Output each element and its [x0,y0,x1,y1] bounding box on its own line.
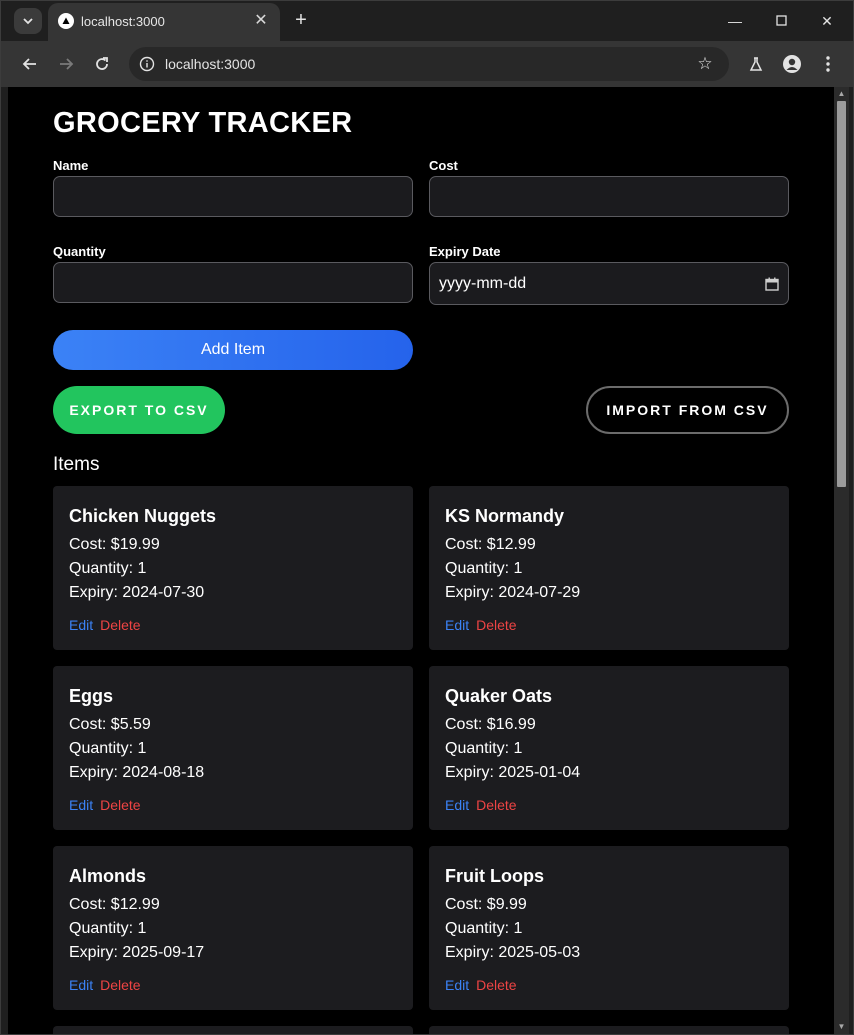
item-expiry: Expiry: 2025-05-03 [445,944,581,961]
edit-link[interactable]: Edit [69,797,93,813]
import-csv-button[interactable]: IMPORT FROM CSV [586,386,789,434]
item-name: Fruit Loops [445,866,544,886]
nextjs-favicon-icon [58,13,74,29]
page-title: GROCERY TRACKER [53,107,353,139]
reload-icon[interactable] [92,54,112,74]
delete-link[interactable]: Delete [100,617,140,633]
item-name: Chicken Nuggets [69,506,217,526]
item-name: Quaker Oats [445,686,553,706]
edit-link[interactable]: Edit [69,617,93,633]
name-label: Name [53,158,89,173]
item-card: KS Normandy Cost: $12.99 Quantity: 1 Exp… [429,486,789,650]
labs-flask-icon[interactable] [745,53,767,75]
item-cost: Cost: $12.99 [445,536,536,553]
delete-link[interactable]: Delete [100,977,140,993]
item-card: Chicken Nuggets Cost: $19.99 Quantity: 1… [53,486,413,650]
window-close-icon[interactable]: ✕ [817,11,837,31]
item-card: Almonds Cost: $12.99 Quantity: 1 Expiry:… [53,846,413,1010]
item-cost: Cost: $5.59 [69,716,151,733]
item-cost: Cost: $19.99 [69,536,160,553]
items-heading: Items [53,454,100,475]
item-cost: Cost: $12.99 [69,896,160,913]
more-menu-icon[interactable] [817,53,839,75]
tab-search-button[interactable] [14,8,42,34]
page-viewport: GROCERY TRACKER Name Cost Quantity Expir… [8,87,834,1034]
calendar-icon[interactable] [765,277,779,291]
item-cost: Cost: $16.99 [445,716,536,733]
chevron-down-icon [23,18,33,25]
delete-link[interactable]: Delete [100,797,140,813]
tab-strip: localhost:3000 ✕ + — ✕ [1,1,853,41]
expiry-date-placeholder: yyyy-mm-dd [439,274,527,292]
browser-toolbar: localhost:3000 ☆ [1,41,853,87]
bookmark-star-icon[interactable]: ☆ [695,54,715,74]
item-quantity: Quantity: 1 [445,920,523,937]
tab-title: localhost:3000 [81,14,165,29]
item-name: KS Normandy [445,506,565,526]
delete-link[interactable]: Delete [476,977,516,993]
item-card: Eggs Cost: $5.59 Quantity: 1 Expiry: 202… [53,666,413,830]
back-arrow-icon[interactable] [20,54,40,74]
item-name: Almonds [69,866,147,886]
edit-link[interactable]: Edit [445,977,469,993]
expiry-date-label: Expiry Date [429,244,501,259]
item-expiry: Expiry: 2024-08-18 [69,764,205,781]
item-card: Quaker Oats Cost: $16.99 Quantity: 1 Exp… [429,666,789,830]
page-scrollbar[interactable]: ▲ ▼ [834,87,849,1034]
item-expiry: Expiry: 2025-09-17 [69,944,205,961]
delete-link[interactable]: Delete [476,797,516,813]
add-item-button[interactable]: Add Item [53,330,413,370]
item-expiry: Expiry: 2024-07-30 [69,584,205,601]
item-quantity: Quantity: 1 [445,740,523,757]
scroll-up-arrow-icon[interactable]: ▲ [837,89,846,99]
site-info-icon[interactable] [135,52,159,76]
item-cost: Cost: $9.99 [445,896,527,913]
forward-arrow-icon[interactable] [56,54,76,74]
item-card-partial [429,1026,789,1034]
cost-label: Cost [429,158,458,173]
quantity-input[interactable] [53,262,413,303]
item-card-partial [53,1026,413,1034]
address-bar[interactable]: localhost:3000 ☆ [129,47,729,81]
item-quantity: Quantity: 1 [69,560,147,577]
item-quantity: Quantity: 1 [69,920,147,937]
item-quantity: Quantity: 1 [69,740,147,757]
scrollbar-thumb[interactable] [837,101,846,487]
edit-link[interactable]: Edit [445,797,469,813]
name-input[interactable] [53,176,413,217]
quantity-label: Quantity [53,244,106,259]
item-name: Eggs [69,686,114,706]
export-csv-button[interactable]: EXPORT TO CSV [53,386,225,434]
item-card: Fruit Loops Cost: $9.99 Quantity: 1 Expi… [429,846,789,1010]
scroll-down-arrow-icon[interactable]: ▼ [837,1022,846,1032]
url-text: localhost:3000 [165,56,256,72]
browser-tab[interactable]: localhost:3000 ✕ [48,3,280,41]
item-quantity: Quantity: 1 [445,560,523,577]
minimize-icon[interactable]: — [725,11,745,31]
cost-input[interactable] [429,176,789,217]
browser-window: localhost:3000 ✕ + — ✕ localhost:3000 ☆ [0,0,854,1035]
delete-link[interactable]: Delete [476,617,516,633]
close-icon[interactable]: ✕ [252,12,270,30]
edit-link[interactable]: Edit [69,977,93,993]
edit-link[interactable]: Edit [445,617,469,633]
item-expiry: Expiry: 2025-01-04 [445,764,581,781]
profile-avatar-icon[interactable] [781,53,803,75]
new-tab-plus-icon[interactable]: + [291,10,311,30]
item-expiry: Expiry: 2024-07-29 [445,584,581,601]
maximize-icon[interactable] [771,11,791,31]
expiry-date-input[interactable]: yyyy-mm-dd [429,262,789,305]
